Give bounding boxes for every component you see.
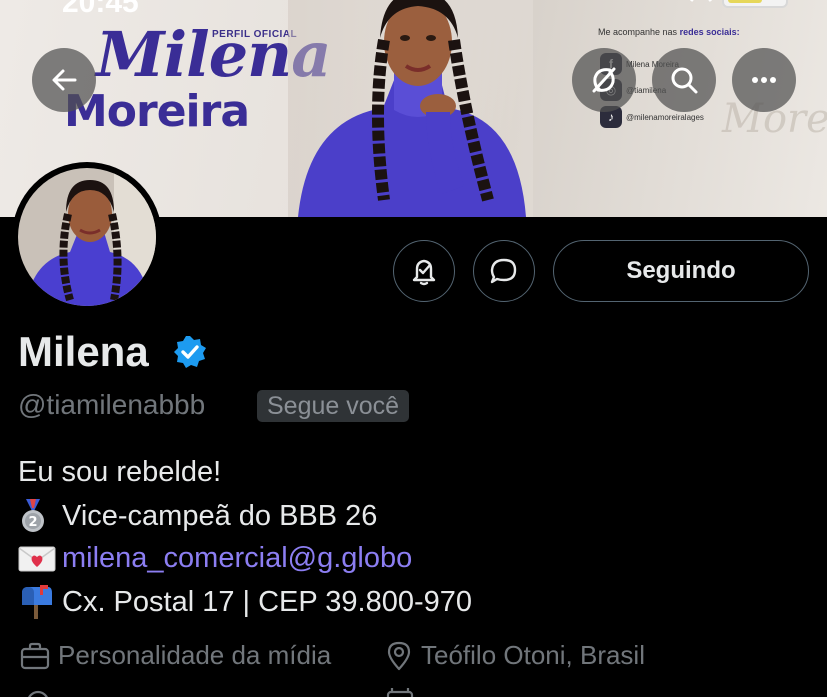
battery-icon (722, 0, 788, 8)
verified-badge-icon[interactable] (172, 334, 208, 370)
bio-line-1: Eu sou rebelde! (18, 456, 222, 488)
arrow-left-icon (52, 69, 77, 91)
search-button[interactable] (652, 48, 716, 112)
follows-you-badge: Segue você (257, 390, 410, 422)
handle: @tiamilenabbb (18, 389, 206, 420)
email-link[interactable]: milena_comercial@g.globo (62, 542, 412, 575)
avatar[interactable] (12, 162, 162, 312)
more-button[interactable] (732, 48, 796, 112)
message-button[interactable] (473, 240, 535, 302)
message-icon (490, 258, 517, 284)
avatar-photo (18, 168, 156, 306)
banner-photo (288, 0, 533, 217)
status-time: 20:45 (62, 0, 139, 19)
following-button[interactable]: Seguindo (553, 240, 809, 302)
back-button[interactable] (32, 48, 96, 112)
location: Teófilo Otoni, Brasil (385, 640, 645, 671)
notifications-button[interactable] (393, 240, 455, 302)
display-name: Milena (18, 328, 149, 375)
mailbox-icon (18, 585, 62, 619)
calendar-icon (386, 688, 414, 697)
location-pin-icon (387, 641, 411, 670)
wifi-icon (690, 0, 712, 2)
socials-title: Me acompanhe nas redes sociais: (598, 27, 740, 37)
bio-line-2: 2 Vice-campeã do BBB 26 (18, 499, 377, 533)
silver-medal-icon: 2 (18, 499, 62, 533)
grok-icon (592, 67, 616, 93)
category: Personalidade da mídia (20, 640, 331, 671)
love-letter-icon (18, 545, 62, 573)
svg-text:2: 2 (28, 515, 37, 530)
link-icon (28, 690, 48, 697)
bio-line-4: Cx. Postal 17 | CEP 39.800-970 (18, 585, 472, 619)
grok-button[interactable] (572, 48, 636, 112)
bio-line-3: milena_comercial@g.globo (18, 542, 412, 575)
search-icon (671, 67, 698, 94)
bell-check-icon (412, 259, 436, 286)
more-horizontal-icon (752, 77, 776, 83)
briefcase-icon (20, 642, 50, 669)
